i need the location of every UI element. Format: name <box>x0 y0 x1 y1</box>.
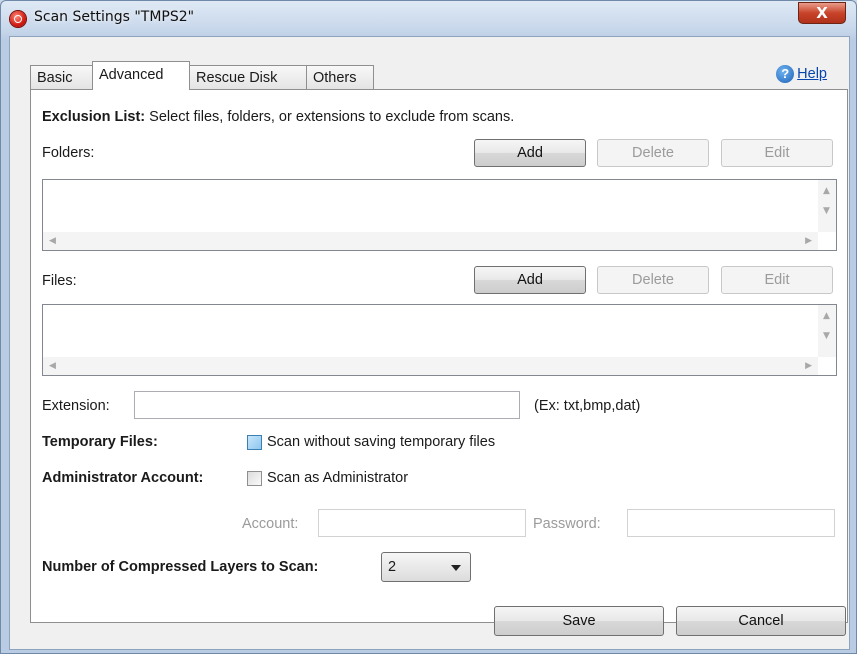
folders-list[interactable]: ▲ ▼ ◀ ▶ <box>42 179 837 251</box>
extension-label: Extension: <box>42 398 110 414</box>
files-vertical-scrollbar[interactable]: ▲ ▼ <box>818 305 836 357</box>
files-add-button[interactable]: Add <box>474 266 586 294</box>
account-label: Account: <box>242 516 299 532</box>
help-link[interactable]: Help <box>797 66 827 82</box>
administrator-account-label: Administrator Account: <box>42 470 204 486</box>
title-bar: Scan Settings "TMPS2" X <box>1 1 856 37</box>
dialog-window: Scan Settings "TMPS2" X Basic Advanced R… <box>0 0 857 654</box>
files-edit-button[interactable]: Edit <box>721 266 833 294</box>
exclusion-heading: Exclusion List: <box>42 109 146 125</box>
folders-horizontal-scrollbar[interactable]: ◀ ▶ <box>43 232 818 250</box>
compressed-layers-label: Number of Compressed Layers to Scan: <box>42 559 319 575</box>
folders-vertical-scrollbar[interactable]: ▲ ▼ <box>818 180 836 232</box>
folders-label: Folders: <box>42 145 95 161</box>
folders-delete-button[interactable]: Delete <box>597 139 709 167</box>
scroll-down-icon[interactable]: ▼ <box>823 206 830 216</box>
close-icon: X <box>816 4 828 22</box>
dialog-body: Basic Advanced Rescue Disk Others ? Help… <box>9 36 850 650</box>
tab-others[interactable]: Others <box>306 65 374 89</box>
account-input[interactable] <box>318 509 526 537</box>
folders-edit-button[interactable]: Edit <box>721 139 833 167</box>
window-title: Scan Settings "TMPS2" <box>34 9 195 25</box>
help-icon: ? <box>776 65 795 83</box>
exclusion-description: Select files, folders, or extensions to … <box>149 109 515 125</box>
scan-as-admin-checkbox[interactable] <box>247 471 262 486</box>
extension-input[interactable] <box>134 391 520 419</box>
scan-as-admin-label[interactable]: Scan as Administrator <box>267 470 408 486</box>
scroll-right-icon[interactable]: ▶ <box>805 361 812 371</box>
help-area[interactable]: ? Help <box>776 65 827 83</box>
close-button[interactable]: X <box>798 2 846 24</box>
files-label: Files: <box>42 273 77 289</box>
scroll-right-icon[interactable]: ▶ <box>805 236 812 246</box>
tab-advanced[interactable]: Advanced <box>92 61 190 90</box>
chevron-down-icon <box>451 565 461 571</box>
scroll-left-icon[interactable]: ◀ <box>49 361 56 371</box>
tab-rescue-disk[interactable]: Rescue Disk <box>189 65 307 89</box>
scan-without-temp-checkbox[interactable] <box>247 435 262 450</box>
password-input[interactable] <box>627 509 835 537</box>
scroll-up-icon[interactable]: ▲ <box>823 186 830 196</box>
temporary-files-label: Temporary Files: <box>42 434 158 450</box>
files-delete-button[interactable]: Delete <box>597 266 709 294</box>
app-icon <box>10 11 26 27</box>
scroll-up-icon[interactable]: ▲ <box>823 311 830 321</box>
files-horizontal-scrollbar[interactable]: ◀ ▶ <box>43 357 818 375</box>
scan-without-temp-label[interactable]: Scan without saving temporary files <box>267 434 495 450</box>
compressed-layers-value: 2 <box>388 559 397 575</box>
scroll-down-icon[interactable]: ▼ <box>823 331 830 341</box>
scroll-left-icon[interactable]: ◀ <box>49 236 56 246</box>
extension-hint: (Ex: txt,bmp,dat) <box>534 398 641 414</box>
tab-basic[interactable]: Basic <box>30 65 93 89</box>
password-label: Password: <box>533 516 601 532</box>
save-button[interactable]: Save <box>494 606 664 636</box>
cancel-button[interactable]: Cancel <box>676 606 846 636</box>
advanced-panel: Exclusion List: Select files, folders, o… <box>30 89 848 623</box>
files-list[interactable]: ▲ ▼ ◀ ▶ <box>42 304 837 376</box>
folders-add-button[interactable]: Add <box>474 139 586 167</box>
exclusion-list-line: Exclusion List: Select files, folders, o… <box>42 109 514 125</box>
compressed-layers-select[interactable]: 2 <box>381 552 471 582</box>
